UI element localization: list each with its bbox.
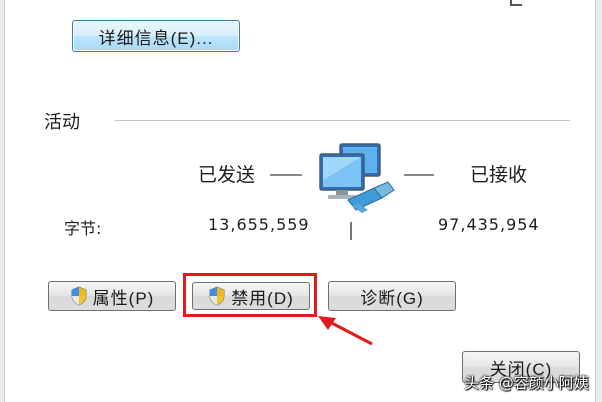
red-pointer-arrow-icon bbox=[318, 316, 373, 346]
sent-connector-line bbox=[270, 174, 302, 176]
received-connector-line bbox=[404, 174, 434, 176]
bytes-sent-value: 13,655,559 bbox=[208, 215, 310, 234]
properties-button[interactable]: 属性(P) bbox=[48, 281, 176, 311]
bytes-label: 字节: bbox=[64, 219, 102, 238]
uac-shield-icon bbox=[71, 286, 87, 306]
bytes-received-value: 97,435,954 bbox=[438, 215, 540, 234]
activity-group-divider bbox=[115, 120, 570, 121]
network-connection-icon bbox=[319, 143, 395, 213]
details-button[interactable]: 详细信息(E)... bbox=[72, 20, 240, 52]
activity-group-label: 活动 bbox=[44, 112, 80, 133]
window-frame-right bbox=[595, 0, 602, 402]
watermark: 头条 @容颜小阿姨 bbox=[464, 374, 589, 392]
diagnose-button[interactable]: 诊断(G) bbox=[328, 281, 456, 311]
sent-label: 已发送 bbox=[198, 164, 256, 186]
window-frame-left bbox=[0, 0, 5, 402]
properties-button-label: 属性(P) bbox=[92, 288, 155, 308]
activity-separator bbox=[350, 222, 352, 240]
clipped-checkbox-edge bbox=[510, 0, 522, 6]
received-label: 已接收 bbox=[470, 164, 528, 186]
red-highlight-box bbox=[183, 273, 317, 317]
